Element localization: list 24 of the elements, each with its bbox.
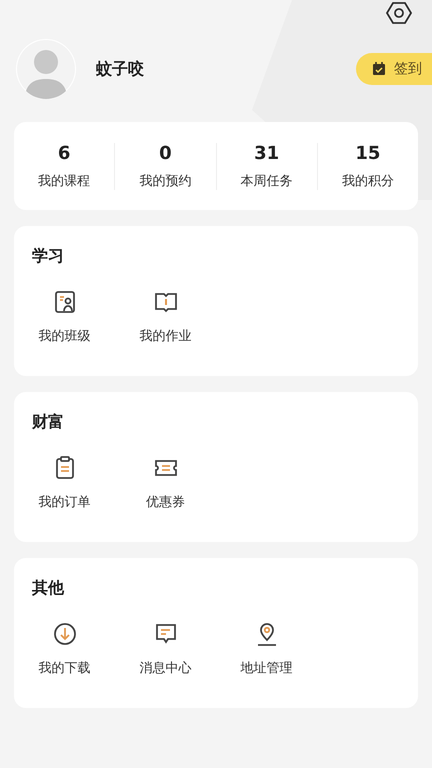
calendar-check-icon <box>372 62 386 76</box>
stat-value: 31 <box>254 142 280 164</box>
settings-icon[interactable] <box>386 0 412 26</box>
menu-item-label[interactable]: 我的下载 <box>38 659 90 677</box>
section-title: 其他 <box>32 578 66 599</box>
menu-item-label[interactable]: 我的班级 <box>38 327 90 345</box>
stat-label: 我的预约 <box>139 172 192 190</box>
section-title: 财富 <box>32 412 65 433</box>
stat-value: 15 <box>355 142 380 164</box>
checkin-button[interactable]: 签到 <box>356 53 432 85</box>
menu-item-label[interactable]: 优惠券 <box>146 493 185 511</box>
stat-label: 我的课程 <box>38 172 90 190</box>
stat-label: 我的积分 <box>342 172 394 190</box>
download-icon[interactable] <box>52 621 78 647</box>
menu-item-label[interactable]: 地址管理 <box>240 659 292 677</box>
menu-item-label[interactable]: 我的作业 <box>140 327 192 345</box>
section-title: 学习 <box>32 246 65 267</box>
stat-value: 6 <box>58 142 70 164</box>
menu-item-label[interactable]: 消息中心 <box>140 659 192 677</box>
menu-item-label[interactable]: 我的订单 <box>38 493 90 511</box>
avatar <box>16 39 76 99</box>
stat-label: 本周任务 <box>240 172 293 190</box>
user-name: 蚊子咬 <box>96 58 145 80</box>
stat-value: 0 <box>159 142 172 164</box>
